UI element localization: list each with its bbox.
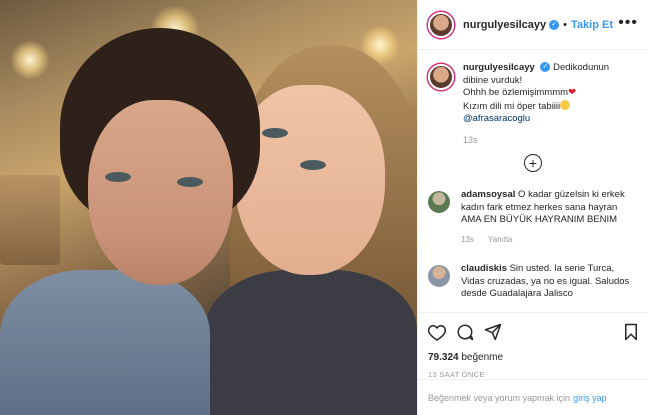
- left-person-face: [88, 100, 233, 285]
- caption-mention[interactable]: @afrasaracoglu: [463, 113, 609, 126]
- author-avatar[interactable]: [428, 11, 454, 38]
- caption-time: 13s: [463, 134, 478, 145]
- likes-label: beğenme: [461, 352, 504, 363]
- reply-button[interactable]: Yanıtla: [488, 235, 512, 244]
- plus-icon: +: [528, 155, 538, 171]
- login-prompt-text: Beğenmek veya yorum yapmak için: [428, 392, 571, 403]
- caption-line-1: Dedikodunun: [553, 62, 610, 73]
- caption: nurgulyesilcayy ✓ Dedikodunun dibine vur…: [428, 62, 638, 146]
- post-actions: 79.324 beğenme 13 SAAT ÖNCE: [418, 312, 648, 379]
- right-person-body: [205, 270, 417, 415]
- verified-badge-icon: ✓: [549, 19, 560, 30]
- likes-number: 79.324: [428, 352, 459, 363]
- light-bulb: [10, 40, 50, 80]
- post-photo[interactable]: [0, 0, 417, 415]
- login-prompt-bar: Beğenmek veya yorum yapmak için giriş ya…: [418, 379, 648, 415]
- laughing-emoji-icon: [560, 99, 571, 110]
- like-heart-icon[interactable]: [428, 324, 446, 341]
- comment-time: 13s: [461, 234, 474, 244]
- commenter-avatar[interactable]: [428, 265, 450, 287]
- comments-section[interactable]: nurgulyesilcayy ✓ Dedikodunun dibine vur…: [418, 52, 648, 307]
- eye: [177, 177, 203, 187]
- author-username[interactable]: nurgulyesilcayy: [463, 19, 546, 31]
- bookmark-icon[interactable]: [624, 323, 638, 341]
- heart-emoji-icon: ❤: [568, 87, 577, 98]
- eye: [105, 172, 131, 182]
- commenter-avatar[interactable]: [428, 191, 450, 213]
- left-person-body: [0, 270, 210, 415]
- comment-body: adamsoysal O kadar güzelsin ki erkek kad…: [461, 189, 638, 246]
- background-shelf: [0, 175, 60, 265]
- eye: [262, 128, 288, 138]
- action-icons: [428, 321, 638, 343]
- caption-text: nurgulyesilcayy ✓ Dedikodunun dibine vur…: [463, 62, 609, 146]
- more-options-icon[interactable]: •••: [618, 14, 638, 32]
- likes-count[interactable]: 79.324 beğenme: [428, 352, 638, 363]
- commenter-username[interactable]: claudiskis: [461, 263, 507, 274]
- comment-meta: 13s Yanıtla: [461, 234, 638, 247]
- eye: [300, 160, 326, 170]
- comment-body: claudiskis Sin usted. la serie Turca, Vi…: [461, 263, 638, 301]
- separator-dot: •: [563, 18, 568, 31]
- verified-badge-icon: ✓: [540, 62, 551, 73]
- post-timestamp: 13 SAAT ÖNCE: [428, 370, 485, 379]
- share-send-icon[interactable]: [484, 323, 502, 341]
- comment-bubble-icon[interactable]: [456, 323, 474, 341]
- post-side-panel: nurgulyesilcayy ✓ • Takip Et ••• nurguly…: [417, 0, 648, 415]
- caption-line-4: Kızım dili mi öper tabiiii: [463, 100, 561, 112]
- login-link[interactable]: giriş yap: [573, 393, 607, 403]
- comment-item: adamsoysal O kadar güzelsin ki erkek kad…: [428, 189, 638, 246]
- load-more-comments-button[interactable]: +: [524, 154, 542, 172]
- follow-button[interactable]: Takip Et: [571, 19, 613, 31]
- caption-username[interactable]: nurgulyesilcayy: [463, 62, 535, 73]
- post-header: nurgulyesilcayy ✓ • Takip Et •••: [418, 0, 648, 50]
- commenter-username[interactable]: adamsoysal: [461, 189, 515, 200]
- comment-item: claudiskis Sin usted. la serie Turca, Vi…: [428, 263, 638, 301]
- caption-line-2: dibine vurduk!: [463, 74, 523, 86]
- caption-line-3: Ohhh be özlemişimmmm: [463, 87, 569, 98]
- caption-avatar[interactable]: [428, 64, 454, 90]
